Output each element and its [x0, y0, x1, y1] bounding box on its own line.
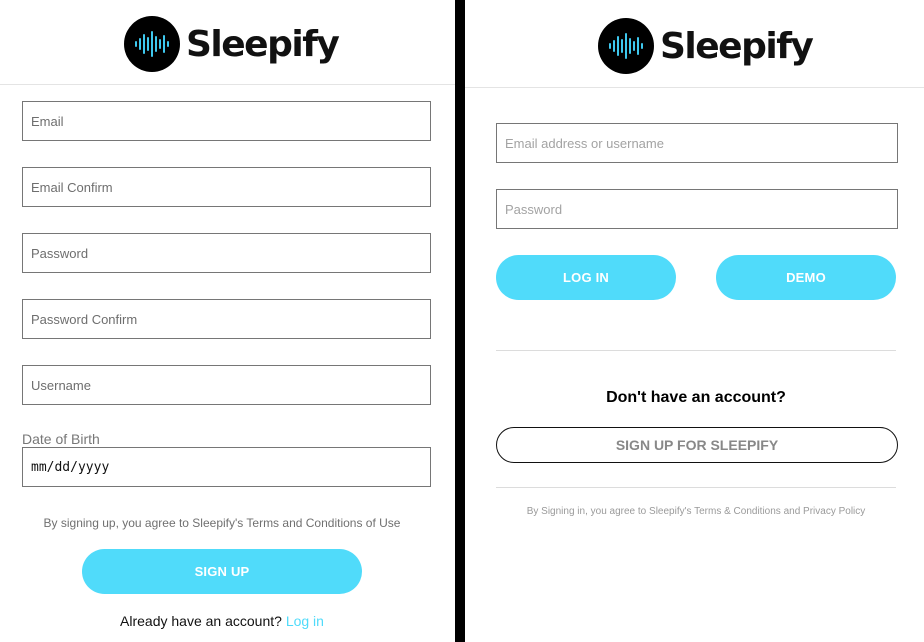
- log-in-button[interactable]: LOG IN: [496, 255, 676, 300]
- brand-name: Sleepify: [660, 25, 814, 67]
- brand-logo[interactable]: Sleepify: [124, 16, 340, 72]
- email-confirm-field[interactable]: [22, 167, 431, 207]
- login-header: Sleepify: [465, 0, 924, 88]
- password-field[interactable]: [22, 233, 431, 273]
- login-terms-text: By Signing in, you agree to Sleepify's T…: [526, 506, 866, 517]
- divider: [496, 487, 896, 488]
- log-in-link[interactable]: Log in: [286, 613, 324, 629]
- login-panel: Sleepify LOG IN DEMO Don't have an accou…: [465, 0, 924, 642]
- username-field[interactable]: [22, 365, 431, 405]
- sound-wave-icon: [124, 16, 180, 72]
- password-confirm-field[interactable]: [22, 299, 431, 339]
- login-password-field[interactable]: [496, 189, 898, 229]
- sign-up-button[interactable]: SIGN UP: [82, 549, 362, 594]
- no-account-heading: Don't have an account?: [606, 389, 786, 406]
- signup-terms-text: By signing up, you agree to Sleepify's T…: [43, 516, 401, 530]
- signup-panel: Sleepify Date of Birth mm/dd/yyyy By sig…: [0, 0, 455, 642]
- sign-up-for-sleepify-button[interactable]: SIGN UP FOR SLEEPIFY: [496, 427, 898, 463]
- dob-label: Date of Birth: [22, 431, 100, 447]
- login-prompt: Already have an account? Log in: [0, 613, 444, 629]
- sound-wave-icon: [598, 18, 654, 74]
- login-prompt-text: Already have an account?: [120, 613, 282, 629]
- dob-date-input[interactable]: mm/dd/yyyy: [22, 447, 431, 487]
- email-or-username-field[interactable]: [496, 123, 898, 163]
- divider: [496, 350, 896, 351]
- signup-header: Sleepify: [0, 0, 455, 85]
- email-field[interactable]: [22, 101, 431, 141]
- brand-logo[interactable]: Sleepify: [598, 18, 814, 74]
- demo-button[interactable]: DEMO: [716, 255, 896, 300]
- brand-name: Sleepify: [186, 23, 340, 65]
